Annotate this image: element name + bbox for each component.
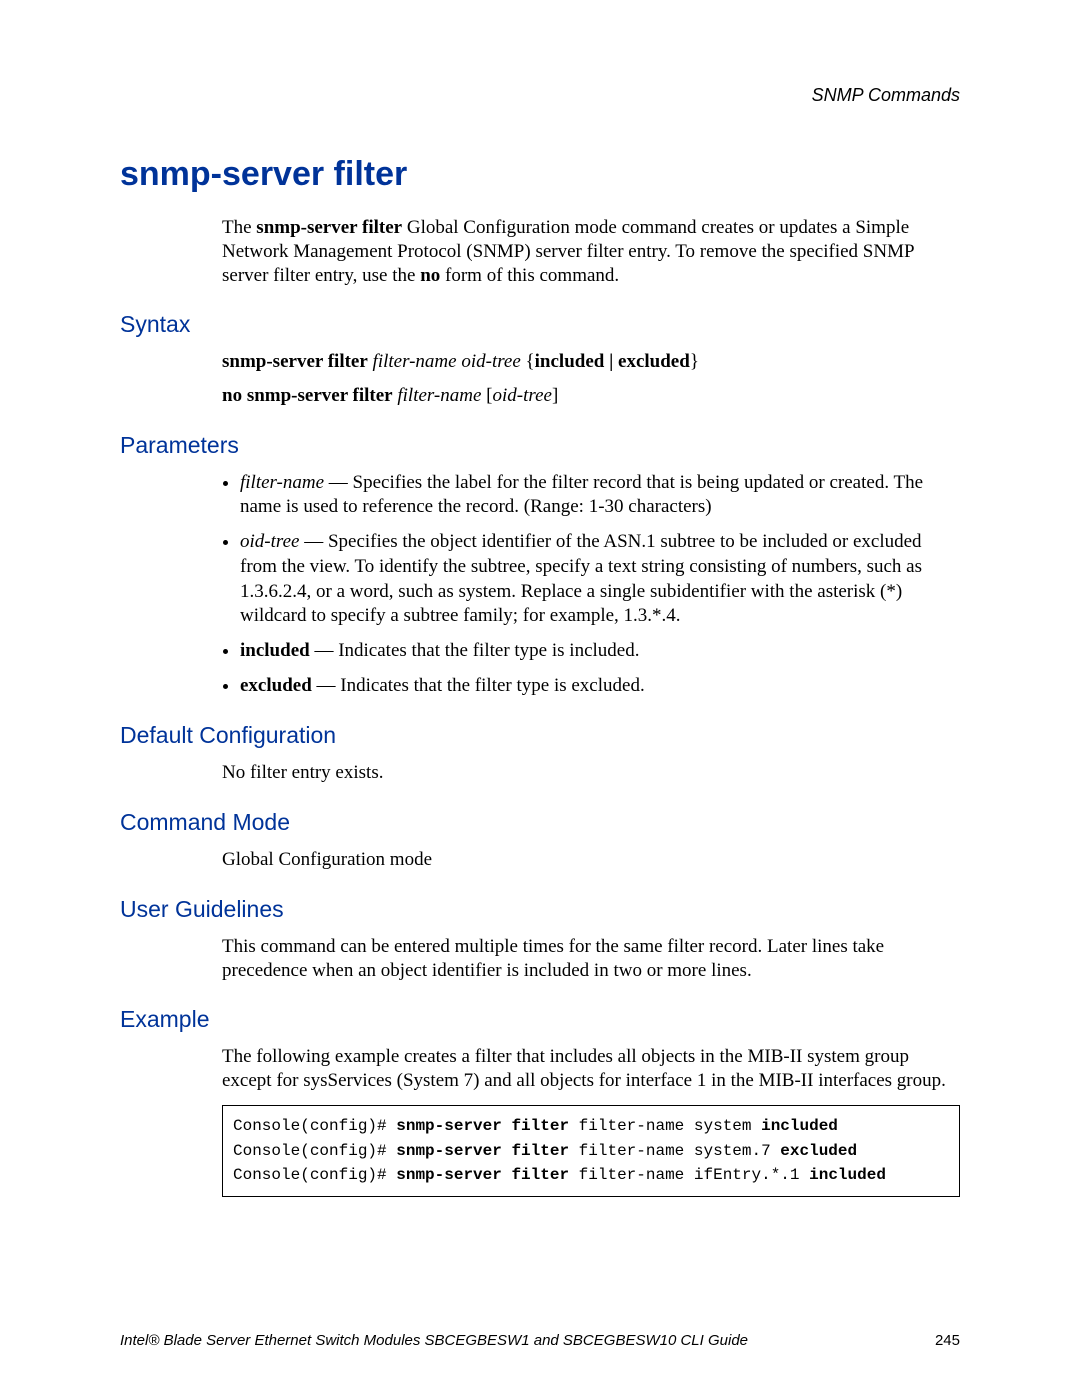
text: The [222,217,256,238]
footer-text: Intel® Blade Server Ethernet Switch Modu… [120,1332,748,1349]
section-heading-example: Example [120,1006,960,1033]
code-cmd: snmp-server filter [396,1142,569,1160]
example-body: The following example creates a filter t… [222,1045,960,1197]
example-text: The following example creates a filter t… [222,1045,960,1093]
bracket: ] [552,385,558,406]
keyword-no: no [420,265,440,286]
code-example: Console(config)# snmp-server filter filt… [222,1105,960,1197]
intro-paragraph: The snmp-server filter Global Configurat… [222,216,960,287]
parameter-term: included [240,640,310,661]
syntax-cmd: snmp-server filter [222,351,368,372]
parameter-description: Indicates that the filter type is exclud… [340,675,644,696]
separator: — [312,675,341,696]
prompt: Console(config)# [233,1142,396,1160]
page-footer: Intel® Blade Server Ethernet Switch Modu… [120,1332,960,1349]
parameters-body: filter-name — Specifies the label for th… [222,471,960,699]
parameter-description: Indicates that the filter type is includ… [338,640,639,661]
text: form of this command. [440,265,619,286]
default-config-text: No filter entry exists. [222,761,960,785]
page-title: snmp-server filter [120,155,960,194]
prompt: Console(config)# [233,1117,396,1135]
code-keyword: excluded [780,1142,857,1160]
section-heading-parameters: Parameters [120,432,960,459]
code-line: Console(config)# snmp-server filter filt… [233,1163,949,1188]
section-heading-default-config: Default Configuration [120,722,960,749]
parameter-term: oid-tree [240,531,299,552]
code-cmd: snmp-server filter [396,1166,569,1184]
command-mode-text: Global Configuration mode [222,848,960,872]
syntax-cmd: no snmp-server filter [222,385,393,406]
syntax-args: filter-name oid-tree [373,351,521,372]
page-number: 245 [935,1332,960,1349]
user-guidelines-text: This command can be entered multiple tim… [222,935,960,983]
brace: } [690,351,699,372]
separator: — [310,640,339,661]
code-line: Console(config)# snmp-server filter filt… [233,1114,949,1139]
running-header: SNMP Commands [812,85,960,106]
bracket: [ [481,385,492,406]
parameter-item: filter-name — Specifies the label for th… [240,471,960,520]
section-heading-command-mode: Command Mode [120,809,960,836]
code-args: filter-name system [569,1117,761,1135]
brace: { [521,351,535,372]
code-line: Console(config)# snmp-server filter filt… [233,1139,949,1164]
page: SNMP Commands snmp-server filter The snm… [0,0,1080,1397]
code-keyword: included [809,1166,886,1184]
separator: — [324,472,353,493]
parameter-item: oid-tree — Specifies the object identifi… [240,530,960,629]
parameter-description: Specifies the object identifier of the A… [240,531,922,626]
parameter-item: excluded — Indicates that the filter typ… [240,674,960,699]
separator: — [299,531,328,552]
syntax-arg: oid-tree [493,385,552,406]
code-args: filter-name system.7 [569,1142,780,1160]
syntax-body: snmp-server filter filter-name oid-tree … [222,350,960,408]
code-keyword: included [761,1117,838,1135]
parameter-term: excluded [240,675,312,696]
prompt: Console(config)# [233,1166,396,1184]
section-heading-syntax: Syntax [120,311,960,338]
parameter-item: included — Indicates that the filter typ… [240,639,960,664]
syntax-line-1: snmp-server filter filter-name oid-tree … [222,350,960,374]
code-args: filter-name ifEntry.*.1 [569,1166,809,1184]
section-heading-user-guidelines: User Guidelines [120,896,960,923]
parameter-term: filter-name [240,472,324,493]
syntax-options: included | excluded [535,351,690,372]
syntax-line-2: no snmp-server filter filter-name [oid-t… [222,384,960,408]
command-name: snmp-server filter [256,217,402,238]
syntax-arg: filter-name [397,385,481,406]
code-cmd: snmp-server filter [396,1117,569,1135]
